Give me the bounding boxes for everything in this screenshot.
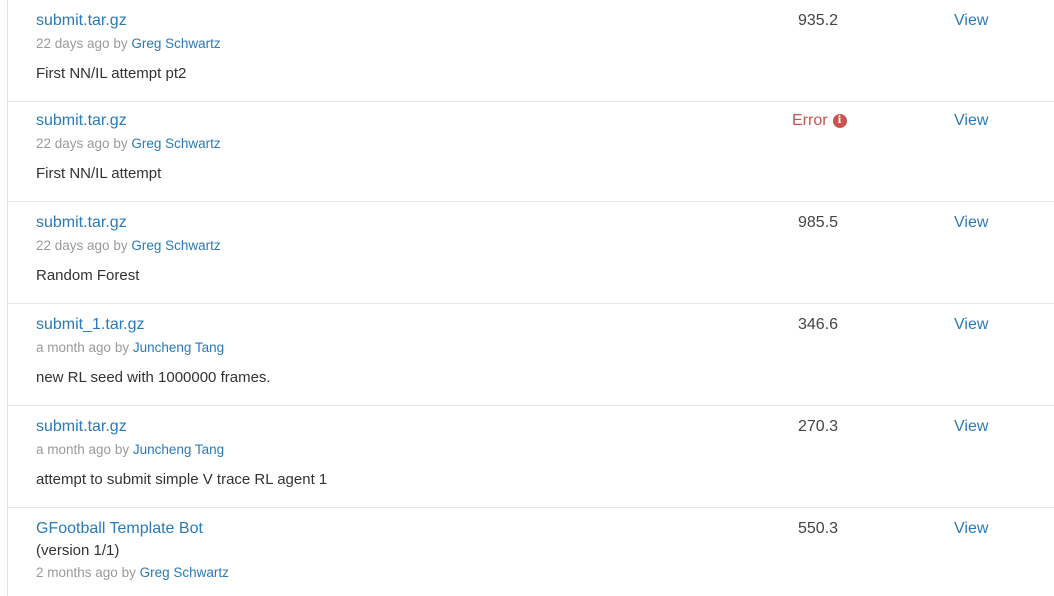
submission-file-link[interactable]: submit.tar.gz xyxy=(36,11,127,31)
submission-row: GFootball Template Bot (version 1/1) 2 m… xyxy=(8,508,1054,596)
by-label: by xyxy=(113,238,128,253)
view-link[interactable]: View xyxy=(954,519,988,539)
view-link[interactable]: View xyxy=(954,417,988,437)
submission-time: a month ago xyxy=(36,340,112,355)
submission-description: First NN/IL attempt pt2 xyxy=(36,65,187,82)
submission-score: 346.6 xyxy=(798,316,839,333)
submission-meta: 2 months ago by Greg Schwartz xyxy=(36,564,229,582)
submission-row: submit_1.tar.gz a month ago by Juncheng … xyxy=(8,304,1054,406)
submission-time: 2 months ago xyxy=(36,565,118,580)
submission-row: submit.tar.gz 22 days ago by Greg Schwar… xyxy=(8,202,1054,304)
submission-meta: 22 days ago by Greg Schwartz xyxy=(36,135,221,153)
author-link[interactable]: Juncheng Tang xyxy=(133,340,224,355)
submission-description: Random Forest xyxy=(36,267,140,284)
submission-file-link[interactable]: submit.tar.gz xyxy=(36,111,127,131)
view-link[interactable]: View xyxy=(954,315,988,335)
error-label: Error xyxy=(792,112,828,129)
submission-file-link[interactable]: submit_1.tar.gz xyxy=(36,315,145,335)
author-link[interactable]: Greg Schwartz xyxy=(131,136,220,151)
submission-description: attempt to submit simple V trace RL agen… xyxy=(36,471,328,488)
submission-time: 22 days ago xyxy=(36,36,110,51)
by-label: by xyxy=(121,565,136,580)
view-link[interactable]: View xyxy=(954,111,988,131)
author-link[interactable]: Greg Schwartz xyxy=(131,238,220,253)
submission-error-status: Error i xyxy=(792,111,847,131)
submission-meta: a month ago by Juncheng Tang xyxy=(36,339,224,357)
author-link[interactable]: Greg Schwartz xyxy=(140,565,229,580)
submission-score: 985.5 xyxy=(798,214,839,231)
version-label: (version 1/1) xyxy=(36,542,120,559)
submission-file-link[interactable]: submit.tar.gz xyxy=(36,213,127,233)
by-label: by xyxy=(113,36,128,51)
by-label: by xyxy=(114,340,130,355)
author-link[interactable]: Juncheng Tang xyxy=(133,442,224,457)
submission-time: a month ago xyxy=(36,442,112,457)
submission-score: 550.3 xyxy=(798,520,839,537)
submission-file-link[interactable]: submit.tar.gz xyxy=(36,417,127,437)
submission-row: submit.tar.gz a month ago by Juncheng Ta… xyxy=(8,406,1054,508)
author-link[interactable]: Greg Schwartz xyxy=(131,36,220,51)
submission-time: 22 days ago xyxy=(36,136,110,151)
submission-meta: 22 days ago by Greg Schwartz xyxy=(36,237,221,255)
view-link[interactable]: View xyxy=(954,213,988,233)
by-label: by xyxy=(113,136,128,151)
submission-meta: a month ago by Juncheng Tang xyxy=(36,441,224,459)
submission-file-link[interactable]: GFootball Template Bot xyxy=(36,519,203,539)
submission-description: new RL seed with 1000000 frames. xyxy=(36,369,271,386)
submission-row: submit.tar.gz 22 days ago by Greg Schwar… xyxy=(8,100,1054,202)
submissions-list: submit.tar.gz 22 days ago by Greg Schwar… xyxy=(7,0,1054,596)
by-label: by xyxy=(114,442,130,457)
view-link[interactable]: View xyxy=(954,11,988,31)
submission-time: 22 days ago xyxy=(36,238,110,253)
submission-score: 270.3 xyxy=(798,418,839,435)
submission-description: First NN/IL attempt xyxy=(36,165,162,182)
info-circle-icon[interactable]: i xyxy=(832,114,847,128)
submission-score: 935.2 xyxy=(798,12,839,29)
submission-row: submit.tar.gz 22 days ago by Greg Schwar… xyxy=(8,0,1054,102)
submission-meta: 22 days ago by Greg Schwartz xyxy=(36,35,221,53)
